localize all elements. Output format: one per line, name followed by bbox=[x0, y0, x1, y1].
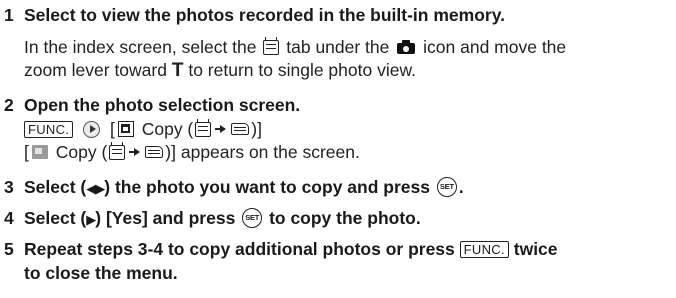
step-number: 2 bbox=[4, 95, 14, 115]
set-button-icon: SET bbox=[242, 208, 263, 229]
copy-icon bbox=[31, 145, 48, 160]
step-number: 3 bbox=[4, 177, 14, 197]
step-1-body-line-2: zoom lever toward T to return to single … bbox=[24, 60, 416, 81]
arrow-right-icon bbox=[129, 147, 141, 157]
arrow-right-icon bbox=[215, 124, 227, 134]
step-heading-continued: to close the menu. bbox=[24, 263, 178, 283]
built-in-memory-icon bbox=[109, 141, 126, 160]
built-in-memory-icon bbox=[263, 36, 280, 55]
step-heading: Open the photo selection screen. bbox=[24, 95, 301, 115]
step-number: 1 bbox=[4, 5, 14, 25]
step-2-menu-line: FUNC. [ Copy ()] bbox=[24, 118, 262, 140]
func-button: FUNC. bbox=[459, 240, 509, 258]
func-button: FUNC. bbox=[24, 120, 74, 138]
right-arrow-icon: ▶ bbox=[86, 212, 96, 227]
built-in-memory-icon bbox=[195, 118, 212, 137]
copy-icon bbox=[117, 121, 134, 138]
set-button-icon: SET bbox=[436, 177, 457, 198]
memory-card-icon bbox=[145, 146, 164, 159]
left-right-arrows-icon: ◀▶ bbox=[86, 181, 105, 196]
step-heading: Select (▶) [Yes] and press SET to copy t… bbox=[24, 208, 421, 229]
telephoto-glyph: T bbox=[171, 60, 184, 81]
step-number: 4 bbox=[4, 208, 14, 228]
step-number: 5 bbox=[4, 239, 14, 259]
step-heading: Repeat steps 3-4 to copy additional phot… bbox=[24, 239, 558, 259]
camera-icon bbox=[397, 40, 416, 55]
step-heading: Select (◀▶) the photo you want to copy a… bbox=[24, 177, 464, 198]
step-2-result-line: [ Copy ()] appears on the screen. bbox=[24, 141, 360, 162]
step-1-body-line-1: In the index screen, select the tab unde… bbox=[24, 36, 567, 57]
step-heading: Select to view the photos recorded in th… bbox=[24, 5, 505, 25]
next-arrow-icon bbox=[83, 120, 101, 138]
memory-card-icon bbox=[231, 123, 250, 136]
